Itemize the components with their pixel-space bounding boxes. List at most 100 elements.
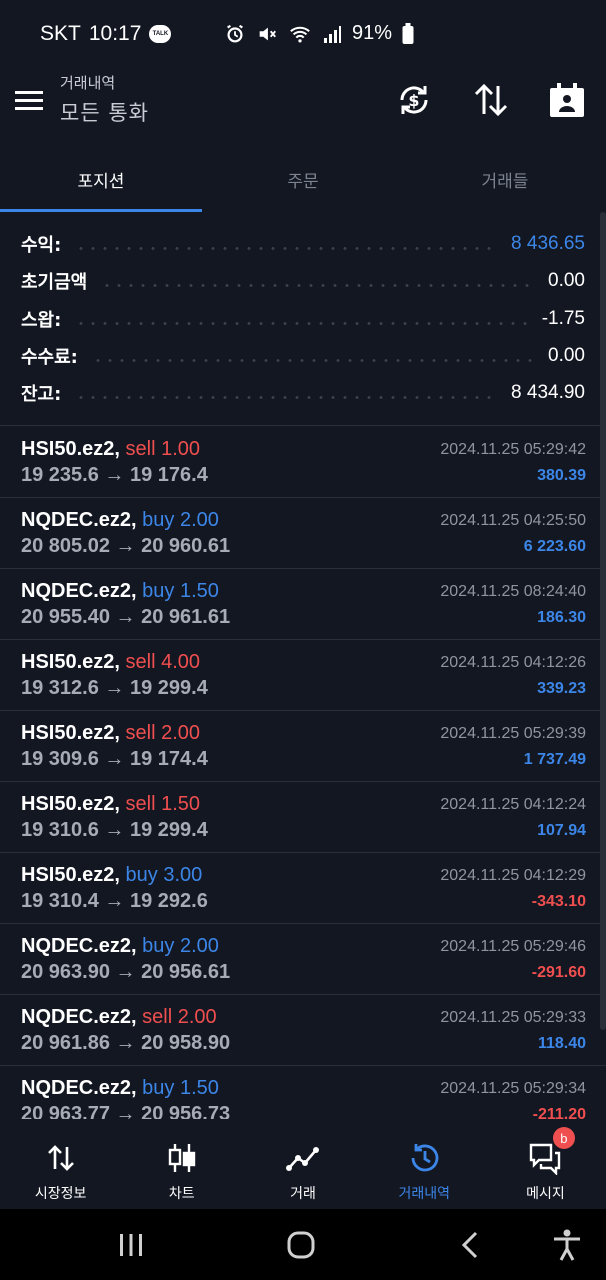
summary-row-balance: 잔고: 8 434.90 bbox=[21, 378, 585, 408]
status-right: 91% bbox=[224, 22, 414, 45]
trade-row[interactable]: HSI50.ez2, sell 1.00 19 235.6 → 19 176.4 2… bbox=[0, 427, 606, 498]
trade-date: 2024.11.25 05:29:39 bbox=[440, 725, 586, 742]
trade-prices: 20 961.86 → 20 958.90 bbox=[21, 1032, 231, 1054]
trade-side: sell 1.50 bbox=[125, 793, 201, 815]
trade-side: buy 2.00 bbox=[142, 935, 219, 957]
svg-text:$: $ bbox=[408, 91, 419, 110]
nav-label: 메시지 bbox=[526, 1186, 565, 1202]
trade-row[interactable]: NQDEC.ez2, buy 1.50 20 955.40 → 20 961.61… bbox=[0, 569, 606, 640]
dotted-leader bbox=[91, 358, 535, 362]
trade-symbol: NQDEC.ez2, bbox=[21, 1077, 137, 1099]
sort-icon[interactable] bbox=[471, 80, 511, 120]
home-icon[interactable] bbox=[283, 1227, 319, 1263]
tab-deals[interactable]: 거래들 bbox=[404, 146, 606, 212]
notification-badge: b bbox=[552, 1127, 575, 1149]
trade-profit: 380.39 bbox=[537, 467, 586, 484]
trade-prices: 20 963.90 → 20 956.61 bbox=[21, 961, 231, 983]
candlestick-icon bbox=[168, 1144, 195, 1172]
trade-symbol: NQDEC.ez2, bbox=[21, 509, 137, 531]
dotted-leader bbox=[75, 395, 498, 399]
trade-row[interactable]: HSI50.ez2, sell 2.00 19 309.6 → 19 174.4 2… bbox=[0, 711, 606, 782]
trade-row[interactable]: HSI50.ez2, sell 1.50 19 310.6 → 19 299.4 2… bbox=[0, 782, 606, 853]
summary-label: 수수료: bbox=[21, 347, 78, 368]
summary-row-deposit: 초기금액 0.00 bbox=[21, 266, 585, 296]
trade-prices: 19 309.6 → 19 174.4 bbox=[21, 748, 208, 770]
trade-date: 2024.11.25 05:29:46 bbox=[440, 938, 586, 955]
carrier: SKT bbox=[40, 22, 81, 45]
trade-date: 2024.11.25 04:25:50 bbox=[440, 512, 586, 529]
menu-icon[interactable] bbox=[14, 86, 44, 116]
currency-filter[interactable]: 모든 통화 bbox=[60, 97, 149, 127]
trade-symbol: HSI50.ez2, bbox=[21, 651, 120, 673]
nav-chart[interactable]: 차트 bbox=[121, 1119, 242, 1209]
nav-label: 시장정보 bbox=[34, 1186, 87, 1202]
trade-title: HSI50.ez2, sell 1.00 bbox=[21, 438, 200, 461]
wifi-icon bbox=[290, 26, 310, 43]
summary-value: -1.75 bbox=[541, 308, 585, 329]
currency-exchange-icon[interactable]: $ bbox=[394, 80, 434, 120]
nav-trade[interactable]: 거래 bbox=[242, 1119, 363, 1209]
clock: 10:17 bbox=[88, 22, 142, 45]
tab-bar: 포지션 주문 거래들 bbox=[0, 146, 606, 212]
trade-title: NQDEC.ez2, sell 2.00 bbox=[21, 1006, 217, 1029]
alarm-icon bbox=[227, 24, 243, 42]
trade-title: NQDEC.ez2, buy 2.00 bbox=[21, 509, 219, 532]
trade-side: buy 1.50 bbox=[142, 580, 219, 602]
nav-history[interactable]: 거래내역 bbox=[364, 1119, 485, 1209]
trade-profit: -211.20 bbox=[532, 1106, 586, 1119]
trade-title: HSI50.ez2, sell 4.00 bbox=[21, 651, 200, 674]
accessibility-icon[interactable] bbox=[549, 1227, 585, 1263]
trade-row[interactable]: NQDEC.ez2, buy 2.00 20 805.02 → 20 960.61… bbox=[0, 498, 606, 569]
trade-date: 2024.11.25 08:24:40 bbox=[440, 583, 586, 600]
trade-title: HSI50.ez2, sell 1.50 bbox=[21, 793, 200, 816]
trade-symbol: HSI50.ez2, bbox=[21, 793, 120, 815]
trade-title: HSI50.ez2, sell 2.00 bbox=[21, 722, 200, 745]
trade-profit: 339.23 bbox=[537, 680, 586, 697]
system-nav-bar bbox=[0, 1209, 606, 1280]
trade-side: buy 1.50 bbox=[142, 1077, 219, 1099]
summary-row-commission: 수수료: 0.00 bbox=[21, 341, 585, 371]
back-icon[interactable] bbox=[453, 1227, 489, 1263]
trade-profit: -291.60 bbox=[531, 964, 586, 981]
history-icon bbox=[411, 1144, 439, 1172]
trade-row[interactable]: NQDEC.ez2, buy 2.00 20 963.90 → 20 956.61… bbox=[0, 924, 606, 995]
trade-side: sell 4.00 bbox=[125, 651, 201, 673]
nav-messages[interactable]: 메시지 b bbox=[485, 1119, 606, 1209]
trade-row[interactable]: NQDEC.ez2, sell 2.00 20 961.86 → 20 958.9… bbox=[0, 995, 606, 1066]
summary-label: 초기금액 bbox=[21, 272, 88, 293]
nav-label: 거래내역 bbox=[398, 1186, 450, 1202]
trade-prices: 19 235.6 → 19 176.4 bbox=[21, 464, 208, 486]
trade-profit: 6 223.60 bbox=[523, 538, 586, 555]
trade-symbol: NQDEC.ez2, bbox=[21, 580, 137, 602]
scrollbar[interactable] bbox=[600, 212, 606, 1030]
trade-symbol: HSI50.ez2, bbox=[21, 864, 120, 886]
trade-row[interactable]: HSI50.ez2, sell 4.00 19 312.6 → 19 299.4 2… bbox=[0, 640, 606, 711]
trade-row[interactable]: HSI50.ez2, buy 3.00 19 310.4 → 19 292.6 20… bbox=[0, 853, 606, 924]
trade-side: sell 2.00 bbox=[142, 1006, 217, 1028]
recent-apps-icon[interactable] bbox=[113, 1227, 149, 1263]
dotted-leader bbox=[75, 321, 528, 325]
talk-icon: TALK bbox=[149, 25, 172, 43]
trade-profit: 118.40 bbox=[537, 1035, 586, 1052]
line-chart-icon bbox=[286, 1147, 319, 1171]
trade-date: 2024.11.25 04:12:26 bbox=[440, 654, 586, 671]
summary-value: 0.00 bbox=[548, 345, 585, 366]
trade-list: HSI50.ez2, sell 1.00 19 235.6 → 19 176.4 2… bbox=[0, 427, 606, 1119]
trade-prices: 19 310.4 → 19 292.6 bbox=[21, 890, 208, 912]
trade-date: 2024.11.25 05:29:42 bbox=[440, 441, 586, 458]
calendar-icon[interactable] bbox=[547, 80, 587, 120]
summary-row-profit: 수익: 8 436.65 bbox=[21, 229, 585, 259]
nav-quotes[interactable]: 시장정보 bbox=[0, 1119, 121, 1209]
tab-positions[interactable]: 포지션 bbox=[0, 146, 202, 212]
battery-percent: 91% bbox=[351, 22, 392, 44]
trade-profit: 186.30 bbox=[537, 609, 586, 626]
signal-icon bbox=[323, 25, 341, 43]
tab-orders[interactable]: 주문 bbox=[202, 146, 404, 212]
trade-date: 2024.11.25 05:29:34 bbox=[440, 1080, 586, 1097]
trade-symbol: NQDEC.ez2, bbox=[21, 935, 137, 957]
trade-row[interactable]: NQDEC.ez2, buy 1.50 20 963.77 → 20 956.73… bbox=[0, 1066, 606, 1119]
trade-symbol: HSI50.ez2, bbox=[21, 722, 120, 744]
battery-icon bbox=[402, 22, 414, 44]
trade-prices: 19 312.6 → 19 299.4 bbox=[21, 677, 208, 699]
dotted-leader bbox=[75, 246, 498, 250]
